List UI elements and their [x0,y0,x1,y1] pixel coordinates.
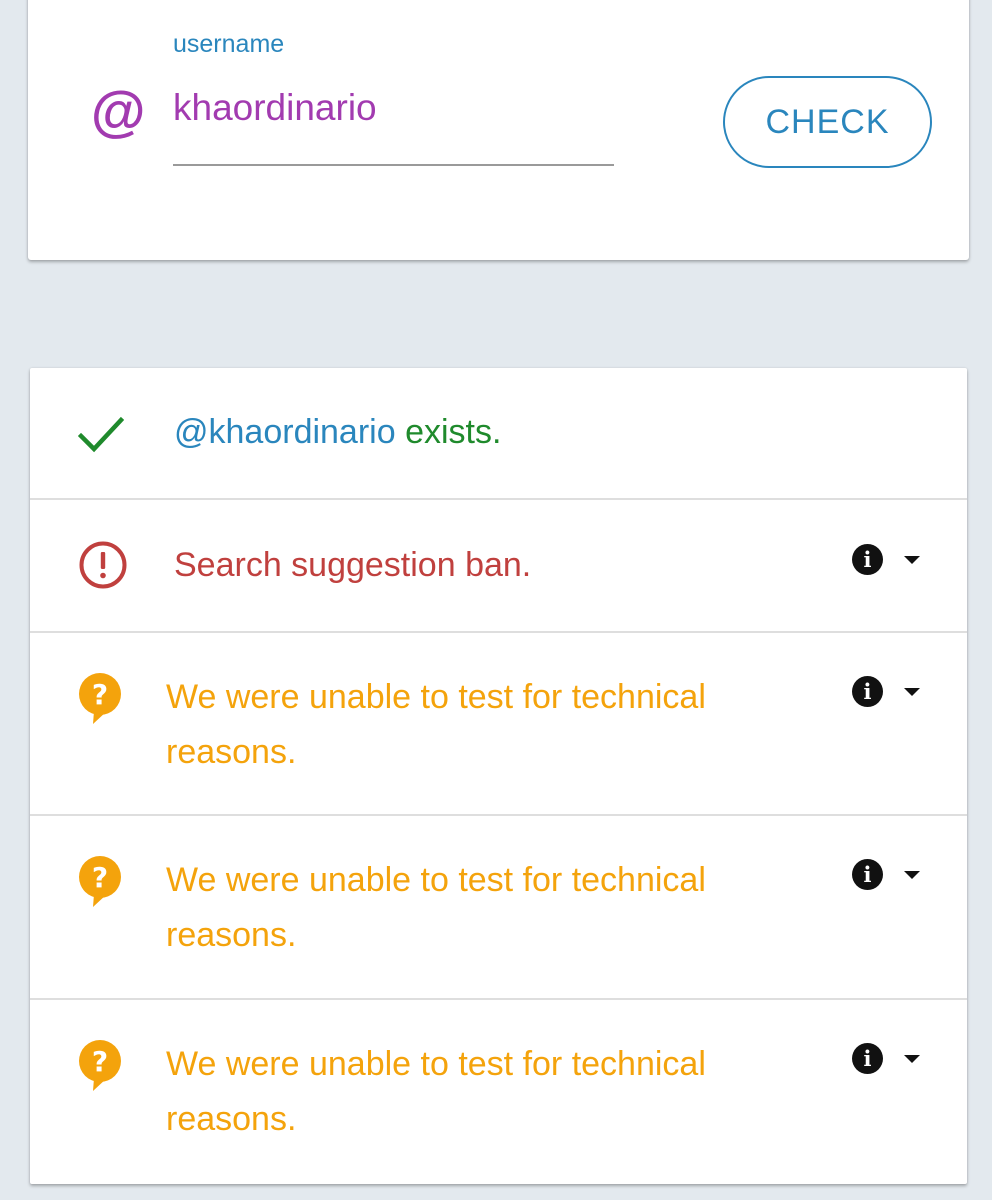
info-icon[interactable]: i [852,676,883,707]
input-underline [173,164,614,166]
caret-down-icon[interactable] [904,688,920,696]
svg-text:?: ? [92,1045,108,1078]
question-bubble-icon: ? [79,1040,121,1091]
caret-down-icon[interactable] [904,871,920,879]
handle-text: @khaordinario [174,413,396,451]
results-card: @khaordinario exists. Search suggestion … [30,368,967,1184]
svg-text:?: ? [92,861,108,894]
result-text-line2: reasons. [166,733,297,771]
search-card: username @ CHECK [28,0,969,260]
result-text-line2: reasons. [166,1100,297,1138]
result-row-exists: @khaordinario exists. [30,368,967,500]
caret-down-icon[interactable] [904,556,920,564]
exists-text: exists. [405,413,502,451]
result-text: Search suggestion ban. [174,546,532,584]
info-icon[interactable]: i [852,544,883,575]
question-bubble-icon: ? [79,673,121,724]
svg-text:?: ? [92,678,108,711]
at-sign-icon: @ [90,80,145,143]
caret-down-icon[interactable] [904,1055,920,1063]
checkmark-icon [78,416,124,453]
result-text: We were unable to test for technical rea… [166,1037,706,1147]
info-icon[interactable]: i [852,1043,883,1074]
result-text-line1: We were unable to test for technical [166,1045,706,1083]
username-label: username [173,30,285,58]
result-text-line1: We were unable to test for technical [166,678,706,716]
result-text: We were unable to test for technical rea… [166,853,706,963]
check-button[interactable]: CHECK [723,76,932,168]
username-input[interactable] [173,82,614,134]
result-row-technical-1[interactable]: ? We were unable to test for technical r… [30,633,967,816]
result-text-line1: We were unable to test for technical [166,861,706,899]
result-text: We were unable to test for technical rea… [166,670,706,780]
question-bubble-icon: ? [79,856,121,907]
result-row-technical-3[interactable]: ? We were unable to test for technical r… [30,1000,967,1184]
alert-circle-icon [79,541,127,589]
result-text-line2: reasons. [166,916,297,954]
info-icon[interactable]: i [852,859,883,890]
result-row-technical-2[interactable]: ? We were unable to test for technical r… [30,816,967,1000]
result-row-search-suggestion-ban[interactable]: Search suggestion ban. i [30,500,967,633]
result-text: @khaordinario exists. [174,405,501,460]
